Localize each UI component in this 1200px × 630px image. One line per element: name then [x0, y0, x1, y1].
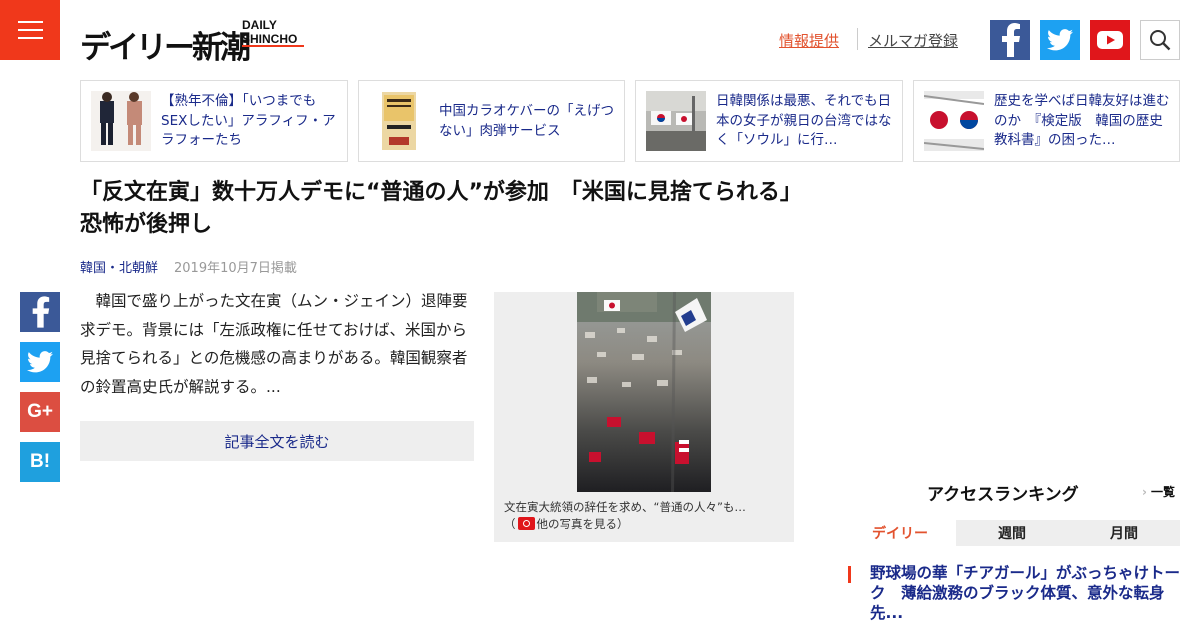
tab-weekly[interactable]: 週間 — [956, 520, 1068, 546]
search-button[interactable] — [1140, 20, 1180, 60]
more-photos-link[interactable]: （他の写真を見る） — [504, 516, 784, 533]
related-card[interactable]: 歴史を学べば日韓友好は進むのか 『検定版 韓国の歴史教科書』の困った… — [913, 80, 1180, 162]
newsletter-link[interactable]: メルマガ登録 — [868, 30, 958, 51]
twitter-share-icon — [27, 351, 53, 373]
camera-icon — [517, 517, 535, 530]
logo-underline — [242, 45, 304, 47]
article-category-link[interactable]: 韓国・北朝鮮 — [80, 257, 158, 276]
twitter-share-button[interactable] — [20, 342, 60, 382]
card-title: 日韓関係は最悪、それでも日本の女子が親日の台湾ではなく「ソウル」に行… — [716, 93, 892, 148]
facebook-icon — [1002, 23, 1020, 57]
tab-monthly[interactable]: 月間 — [1068, 520, 1180, 546]
facebook-share-icon — [32, 296, 50, 328]
card-title: 歴史を学べば日韓友好は進むのか 『検定版 韓国の歴史教科書』の困った… — [994, 93, 1170, 148]
googleplus-share-button[interactable]: G+ — [20, 392, 60, 432]
article-photo-box: 文在寅大統領の辞任を求め、“普通の人々”も… （他の写真を見る） — [494, 292, 794, 542]
article-date: 2019年10月7日掲載 — [174, 261, 297, 276]
card-title: 【熟年不倫】「いつまでもSEXしたい」アラフィフ・アラフォーたち — [161, 93, 336, 148]
card-title: 中国カラオケバーの「えげつない」肉弾サービス — [439, 103, 614, 139]
rank-marker — [848, 566, 851, 583]
related-card[interactable]: 【熟年不倫】「いつまでもSEXしたい」アラフィフ・アラフォーたち — [80, 80, 348, 162]
card-thumbnail — [369, 91, 429, 151]
related-card[interactable]: 中国カラオケバーの「えげつない」肉弾サービス — [358, 80, 625, 162]
facebook-share-button[interactable] — [20, 292, 60, 332]
facebook-button[interactable] — [990, 20, 1030, 60]
info-submit-link[interactable]: 情報提供 — [779, 30, 839, 51]
youtube-button[interactable] — [1090, 20, 1130, 60]
photo-caption: 文在寅大統領の辞任を求め、“普通の人々”も… （他の写真を見る） — [504, 499, 784, 533]
ranking-title: アクセスランキング — [927, 485, 1079, 505]
card-thumbnail — [91, 91, 151, 151]
logo-text-jp: デイリー新潮 — [80, 30, 251, 66]
ranking-item[interactable]: 野球場の華「チアガール」がぶっちゃけトーク 薄給激務のブラック体質、意外な転身先… — [870, 563, 1180, 623]
googleplus-share-icon: G+ — [27, 401, 53, 422]
article-headline: 「反文在寅」数十万人デモに“普通の人”が参加 「米国に見捨てられる」恐怖が後押し — [80, 180, 791, 237]
card-thumbnail — [924, 91, 984, 151]
youtube-icon — [1097, 31, 1123, 49]
search-icon — [1150, 30, 1171, 51]
hatena-bookmark-button[interactable]: B! — [20, 442, 60, 482]
read-more-button[interactable]: 記事全文を読む — [80, 421, 474, 461]
tab-daily[interactable]: デイリー — [844, 520, 956, 546]
logo-text-en: DAILY SHINCHO — [242, 18, 298, 46]
hatena-bookmark-icon: B! — [29, 451, 51, 472]
article-lead: 韓国で盛り上がった文在寅（ムン・ジェイン）退陣要求デモ。背景には「左派政権に任せ… — [80, 292, 468, 396]
related-card[interactable]: 日韓関係は最悪、それでも日本の女子が親日の台湾ではなく「ソウル」に行… — [635, 80, 903, 162]
twitter-icon — [1047, 29, 1073, 51]
header-divider — [857, 28, 858, 50]
card-thumbnail — [646, 91, 706, 151]
hamburger-menu-button[interactable] — [0, 0, 60, 60]
hamburger-icon — [18, 21, 43, 23]
article-photo[interactable] — [577, 292, 711, 492]
chevron-right-icon: › — [1142, 485, 1147, 499]
twitter-button[interactable] — [1040, 20, 1080, 60]
ranking-more-link[interactable]: › 一覧 — [1142, 483, 1175, 500]
